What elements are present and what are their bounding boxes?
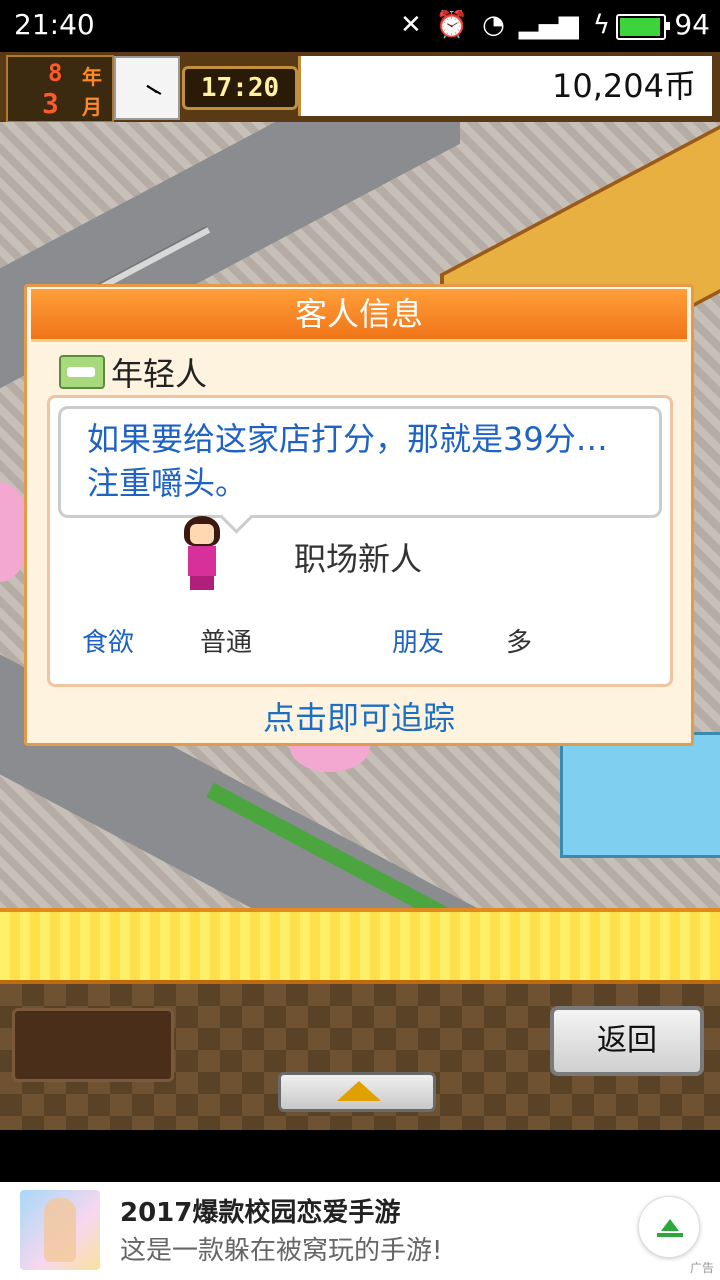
speech-bubble: 如果要给这家店打分，那就是39分… 注重嚼头。	[58, 406, 662, 534]
track-customer-link[interactable]: 点击即可追踪	[27, 693, 691, 739]
customer-info-dialog[interactable]: 客人信息 年轻人 如果要给这家店打分，那就是39分… 注重嚼头。 职场新人 食欲…	[24, 284, 694, 746]
status-time: 21:40	[14, 8, 95, 41]
customer-type-icon	[59, 355, 105, 389]
signal-4g-icon: ▂▄▆	[518, 10, 579, 40]
ad-subtitle[interactable]: 这是一款躲在被窝玩的手游!	[120, 1230, 442, 1267]
message-ticker	[0, 908, 720, 984]
stat-value-friends: 多	[506, 628, 533, 658]
ad-banner[interactable]: 2017爆款校园恋爱手游 这是一款躲在被窝玩的手游! 广告	[0, 1182, 720, 1280]
quote-line-1: 如果要给这家店打分，那就是39分…	[87, 420, 608, 458]
stat-label-appetite: 食欲	[82, 628, 135, 658]
customer-avatar	[180, 516, 224, 592]
coin-balance: 10,204币	[298, 56, 712, 116]
alarm-icon: ⏰	[435, 10, 469, 40]
customer-occupation: 职场新人	[294, 540, 423, 578]
status-bar: 21:40 ✕ ⏰ ◔ ▂▄▆ ϟ 94	[0, 0, 720, 52]
back-button[interactable]: 返回	[550, 1006, 704, 1076]
ad-tag: 广告	[689, 1261, 714, 1275]
quote-line-2: 注重嚼头。	[87, 464, 248, 502]
expand-menu-button[interactable]	[278, 1072, 436, 1112]
charging-icon: ϟ	[592, 10, 610, 40]
month-unit: 月	[82, 95, 102, 119]
battery-percent: 94	[674, 8, 710, 41]
arrow-up-icon	[337, 1081, 381, 1101]
stat-label-friends: 朋友	[392, 628, 445, 658]
customer-type: 年轻人	[111, 355, 208, 393]
mute-icon: ✕	[399, 10, 422, 40]
shop-window	[560, 732, 720, 858]
status-icons: ✕ ⏰ ◔ ▂▄▆ ϟ	[400, 10, 610, 40]
game-header: 8 年 3 月 17:20 10,204币	[0, 52, 720, 123]
battery-icon	[616, 14, 670, 40]
month-number: 3	[42, 87, 59, 120]
download-icon[interactable]	[638, 1196, 700, 1258]
dialog-title: 客人信息	[31, 289, 687, 342]
customer-detail-panel: 如果要给这家店打分，那就是39分… 注重嚼头。 职场新人 食欲 普通 朋友 多	[47, 395, 673, 687]
year-number: 8	[48, 59, 63, 87]
wifi-icon: ◔	[482, 10, 505, 40]
game-controls: 返回	[0, 984, 720, 1130]
year-unit: 年	[82, 65, 102, 89]
stat-value-appetite: 普通	[200, 628, 253, 658]
date-display: 8 年 3 月	[6, 55, 114, 123]
ad-thumbnail[interactable]	[20, 1190, 100, 1270]
clock-icon	[114, 56, 180, 120]
game-time: 17:20	[182, 66, 298, 110]
empty-slot	[12, 1008, 174, 1082]
ad-title[interactable]: 2017爆款校园恋爱手游	[120, 1192, 400, 1229]
